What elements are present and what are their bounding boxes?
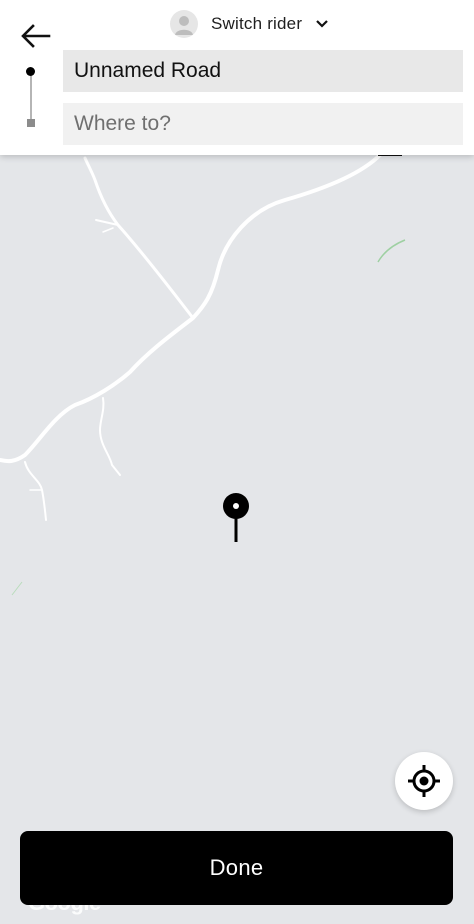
arrow-left-icon [21, 24, 51, 48]
destination-square-icon [27, 119, 35, 127]
switch-rider-button[interactable]: Switch rider [170, 8, 328, 40]
avatar [170, 10, 198, 38]
pickup-location-field[interactable]: Unnamed Road [63, 50, 463, 92]
chevron-down-icon [316, 20, 328, 28]
destination-input[interactable] [63, 103, 463, 145]
person-icon [175, 16, 193, 35]
switch-rider-label: Switch rider [211, 14, 303, 33]
back-button[interactable] [14, 16, 58, 56]
done-button[interactable]: Done [20, 831, 453, 905]
route-panel: Switch rider Unnamed Road [0, 0, 474, 155]
locate-me-button[interactable] [395, 752, 453, 810]
route-connector-line [30, 68, 32, 122]
origin-dot-icon [26, 67, 35, 76]
pickup-location-value: Unnamed Road [74, 59, 222, 82]
map-pin-icon[interactable] [221, 492, 251, 544]
crosshair-icon [408, 765, 440, 797]
